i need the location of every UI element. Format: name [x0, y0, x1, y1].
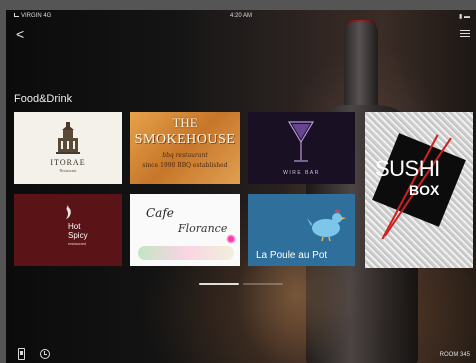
restaurant-name: ITORAE	[50, 158, 86, 167]
restaurant-tile-sushi-box[interactable]: SUSHI BOX	[365, 112, 473, 268]
restaurant-tile-cafe-florance[interactable]: Cafe Florance	[130, 194, 240, 266]
restaurant-name-line1: Cafe	[146, 206, 174, 220]
restaurant-tile-smokehouse[interactable]: THE SMOKEHOUSE bbq restaurant since 1998…	[130, 112, 240, 184]
restaurant-name: WIRE BAR	[283, 170, 320, 176]
restaurant-subtitle: restaurant	[68, 241, 87, 246]
status-bar: VIRGIN 4G 4:20 AM ▮ ▬	[6, 10, 476, 24]
restaurant-tagline1: bbq restaurant	[162, 152, 208, 159]
flower-icon	[226, 234, 236, 244]
phone-icon[interactable]	[18, 348, 25, 360]
watercolor-swash	[138, 246, 234, 260]
restaurant-name: SUSHI	[375, 156, 440, 181]
page-indicator-dot-active[interactable]	[199, 283, 239, 285]
battery-icon: ▮ ▬	[459, 14, 470, 20]
restaurant-name-line2: SMOKEHOUSE	[134, 132, 236, 147]
clock-icon[interactable]	[40, 349, 50, 359]
page-indicator-dot[interactable]	[243, 283, 283, 285]
restaurant-name-line2: Spicy	[68, 231, 88, 240]
device-frame: VIRGIN 4G 4:20 AM ▮ ▬ < Food&Drink ITORA…	[0, 0, 476, 363]
cocktail-glass-icon	[288, 121, 314, 162]
restaurant-tile-hot-spicy[interactable]: Hot Spicy restaurant	[14, 194, 122, 266]
room-number: ROOM 345	[439, 352, 470, 358]
wine-bottle-neck	[344, 22, 378, 112]
restaurant-name: Hot Spicy	[68, 222, 88, 240]
restaurant-name-line1: THE	[172, 115, 198, 130]
restaurant-name: La Poule au Pot	[256, 250, 328, 261]
status-time: 4:20 AM	[229, 13, 252, 19]
building-icon	[56, 122, 80, 154]
page-indicator[interactable]	[6, 283, 476, 285]
app-screen: VIRGIN 4G 4:20 AM ▮ ▬ < Food&Drink ITORA…	[6, 10, 476, 363]
section-title: Food&Drink	[14, 93, 73, 105]
chili-pepper-icon	[66, 205, 71, 219]
restaurant-name-line2: Florance	[178, 222, 228, 235]
back-button[interactable]: <	[16, 26, 24, 42]
hamburger-menu-icon[interactable]	[460, 30, 470, 39]
restaurant-subtitle: Restaurant	[59, 168, 77, 173]
restaurant-tile-la-poule-au-pot[interactable]: La Poule au Pot	[248, 194, 355, 266]
bottom-bar: ROOM 345	[6, 340, 476, 363]
chicken-icon	[307, 209, 346, 242]
restaurant-name-line1: Hot	[68, 222, 81, 231]
restaurant-tile-wire-bar[interactable]: WIRE BAR	[248, 112, 355, 184]
restaurant-name-secondary: BOX	[409, 182, 440, 198]
restaurant-tile-itorae[interactable]: ITORAE Restaurant	[14, 112, 122, 184]
restaurant-tagline2: since 1998 BBQ established	[142, 162, 228, 169]
